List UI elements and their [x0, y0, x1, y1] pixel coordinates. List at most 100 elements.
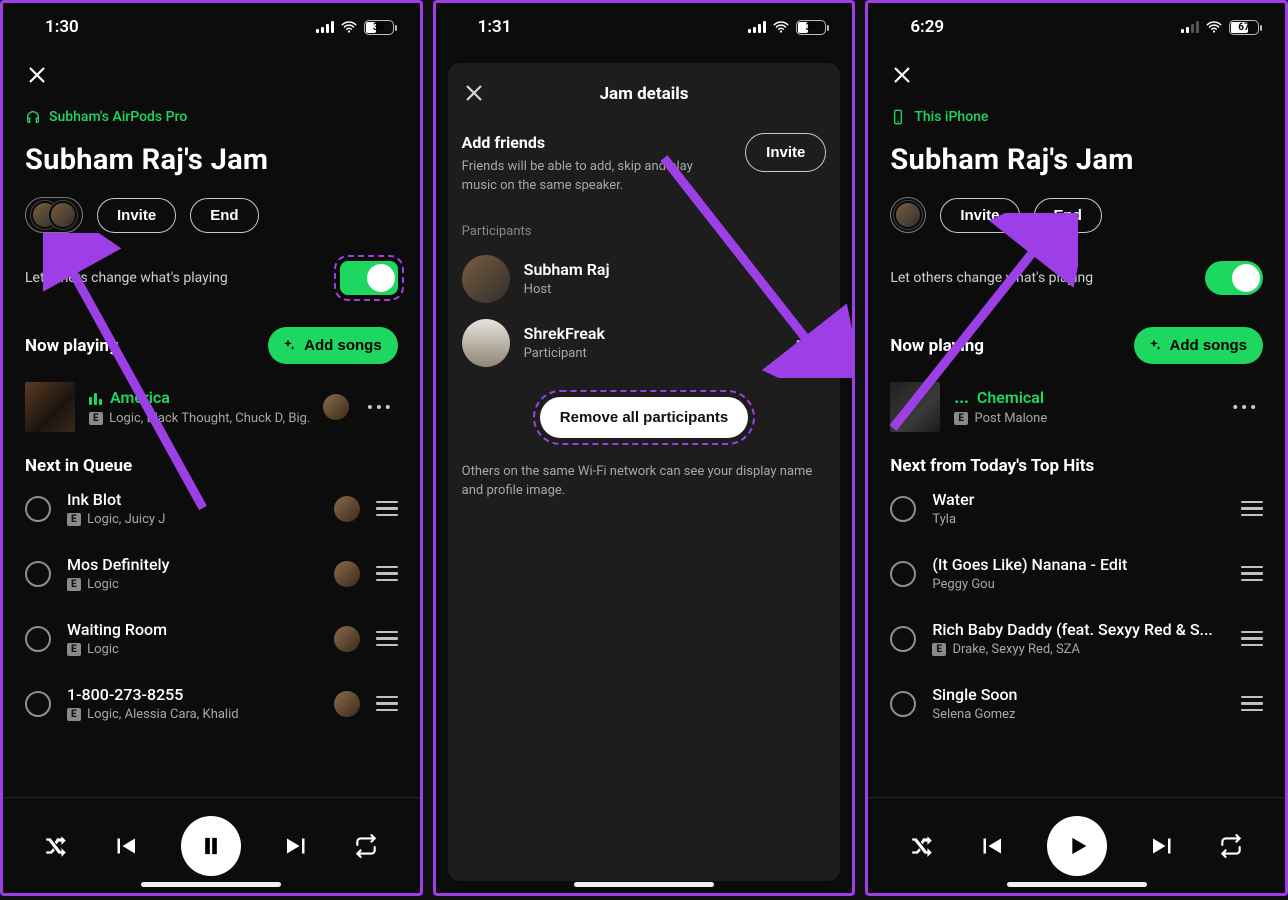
repeat-icon[interactable]	[353, 833, 379, 859]
battery-icon: 67	[1229, 20, 1259, 35]
select-circle[interactable]	[890, 496, 916, 522]
equalizer-icon	[89, 391, 102, 405]
track-artist: Logic, Black Thought, Chuck D, Big...	[109, 411, 309, 426]
queue-row[interactable]: (It Goes Like) Nanana - EditPeggy Gou	[890, 541, 1263, 606]
remove-all-button[interactable]: Remove all participants	[540, 397, 748, 438]
device-indicator[interactable]: Subham's AirPods Pro	[25, 109, 398, 125]
end-button[interactable]: End	[190, 198, 258, 233]
select-circle[interactable]	[890, 626, 916, 652]
avatar	[462, 319, 510, 367]
drag-handle-icon[interactable]	[1241, 497, 1263, 521]
pause-button[interactable]	[181, 816, 241, 876]
drag-handle-icon[interactable]	[1241, 692, 1263, 716]
shuffle-icon[interactable]	[43, 833, 69, 859]
jam-title: Subham Raj's Jam	[890, 143, 1263, 177]
close-icon[interactable]	[890, 63, 914, 87]
track-title: 1-800-273-8255	[67, 685, 318, 704]
wifi-icon	[1205, 18, 1223, 36]
now-playing-row[interactable]: ... Chemical EPost Malone •••	[890, 382, 1263, 432]
queue-row[interactable]: Rich Baby Daddy (feat. Sexyy Red & S...E…	[890, 606, 1263, 671]
explicit-badge: E	[89, 412, 103, 425]
repeat-icon[interactable]	[1218, 833, 1244, 859]
track-title: Waiting Room	[67, 620, 318, 639]
explicit-badge: E	[67, 578, 81, 591]
queue-row[interactable]: Single SoonSelena Gomez	[890, 671, 1263, 736]
sparkle-icon	[1146, 338, 1162, 354]
more-icon[interactable]: •••	[1228, 398, 1263, 417]
track-title: Rich Baby Daddy (feat. Sexyy Red & S...	[932, 620, 1225, 639]
participants-pill[interactable]	[25, 197, 83, 233]
queue-row[interactable]: Mos DefinitelyELogic	[25, 541, 398, 606]
queue-row[interactable]: 1-800-273-8255 E Logic, Alessia Cara, Khal…	[25, 671, 398, 736]
play-button[interactable]	[1047, 816, 1107, 876]
participants-pill[interactable]	[890, 197, 926, 233]
participant-name: ShrekFreak	[524, 324, 778, 343]
previous-icon[interactable]	[110, 831, 140, 861]
select-circle[interactable]	[25, 691, 51, 717]
headphones-icon	[25, 109, 41, 125]
phone-jam-details: 1:31 38 Jam details Add friends Friends …	[433, 0, 856, 896]
status-indicators: 67	[1181, 18, 1259, 36]
footnote: Others on the same Wi-Fi network can see…	[462, 462, 827, 501]
status-time: 6:29	[910, 17, 944, 37]
explicit-badge: E	[67, 513, 81, 526]
status-indicators: 38	[748, 18, 826, 36]
explicit-badge: E	[67, 708, 81, 721]
drag-handle-icon[interactable]	[1241, 627, 1263, 651]
queue-row[interactable]: Waiting RoomELogic	[25, 606, 398, 671]
sparkle-icon	[280, 338, 296, 354]
end-button[interactable]: End	[1034, 198, 1102, 233]
next-icon[interactable]	[282, 831, 312, 861]
others-control-toggle[interactable]	[340, 261, 398, 295]
drag-handle-icon[interactable]	[376, 627, 398, 651]
added-by-avatar	[323, 394, 349, 420]
invite-button[interactable]: Invite	[745, 133, 826, 172]
add-songs-button[interactable]: Add songs	[268, 327, 398, 364]
add-songs-label: Add songs	[1170, 337, 1248, 354]
previous-icon[interactable]	[976, 831, 1006, 861]
drag-handle-icon[interactable]	[376, 497, 398, 521]
queue-row[interactable]: Ink BlotELogic, Juicy J	[25, 476, 398, 541]
track-artist: Logic, Alessia Cara, Khalid	[87, 707, 238, 722]
select-circle[interactable]	[890, 561, 916, 587]
select-circle[interactable]	[890, 691, 916, 717]
close-icon[interactable]	[25, 63, 49, 87]
wifi-icon	[772, 18, 790, 36]
toggle-label: Let others change what's playing	[890, 270, 1093, 286]
now-playing-row[interactable]: America ELogic, Black Thought, Chuck D, …	[25, 382, 398, 432]
select-circle[interactable]	[25, 626, 51, 652]
queue-heading: Next from Today's Top Hits	[890, 456, 1263, 476]
queue-row[interactable]: WaterTyla	[890, 476, 1263, 541]
participant-row: Subham Raj Host	[462, 255, 827, 303]
drag-handle-icon[interactable]	[376, 692, 398, 716]
drag-handle-icon[interactable]	[376, 562, 398, 586]
close-icon[interactable]	[462, 81, 486, 105]
add-friends-heading: Add friends	[462, 133, 722, 152]
participant-role: Participant	[524, 346, 778, 361]
battery-icon: 38	[796, 20, 826, 35]
track-title: (It Goes Like) Nanana - Edit	[932, 555, 1225, 574]
phone-jam-play: 6:29 67 This iPhone Subham Raj's Jam Inv…	[865, 0, 1288, 896]
explicit-badge: E	[67, 643, 81, 656]
status-time: 1:30	[45, 17, 79, 37]
participant-row: ShrekFreak Participant •••	[462, 319, 827, 367]
track-artist: Post Malone	[974, 411, 1047, 426]
track-title: Single Soon	[932, 685, 1225, 704]
others-control-toggle[interactable]	[1205, 261, 1263, 295]
wifi-icon	[340, 18, 358, 36]
invite-button[interactable]: Invite	[940, 198, 1019, 233]
more-icon[interactable]: •••	[792, 333, 827, 352]
shuffle-icon[interactable]	[909, 833, 935, 859]
invite-button[interactable]: Invite	[97, 198, 176, 233]
track-artist: Drake, Sexyy Red, SZA	[952, 642, 1080, 657]
jam-title: Subham Raj's Jam	[25, 143, 398, 177]
participant-role: Host	[524, 282, 610, 297]
device-indicator[interactable]: This iPhone	[890, 109, 1263, 125]
drag-handle-icon[interactable]	[1241, 562, 1263, 586]
cellular-icon	[1181, 21, 1199, 33]
next-icon[interactable]	[1148, 831, 1178, 861]
add-songs-button[interactable]: Add songs	[1134, 327, 1264, 364]
select-circle[interactable]	[25, 561, 51, 587]
more-icon[interactable]: •••	[363, 398, 398, 417]
select-circle[interactable]	[25, 496, 51, 522]
